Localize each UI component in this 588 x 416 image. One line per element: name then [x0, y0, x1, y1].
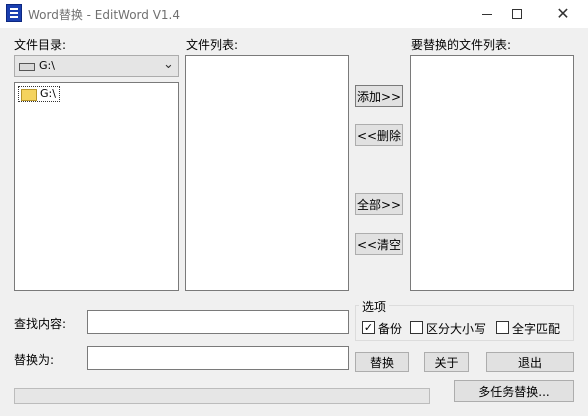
- app-icon: [6, 4, 22, 22]
- multi-task-replace-button[interactable]: 多任务替换...: [454, 380, 574, 402]
- whole-word-checkbox[interactable]: [496, 321, 509, 334]
- file-list-label: 文件列表:: [186, 38, 239, 52]
- add-all-button[interactable]: 全部>>: [355, 193, 403, 215]
- drive-icon: [19, 63, 35, 71]
- drive-select-value: G:\: [39, 59, 55, 72]
- options-title: 选项: [359, 298, 390, 315]
- replace-button[interactable]: 替换: [355, 352, 409, 372]
- backup-label: 备份: [378, 322, 403, 336]
- backup-checkbox[interactable]: ✓: [362, 321, 375, 334]
- delete-button[interactable]: <<删除: [355, 124, 403, 146]
- file-list[interactable]: [185, 55, 349, 291]
- find-label: 查找内容:: [14, 317, 67, 331]
- about-button[interactable]: 关于: [424, 352, 469, 372]
- close-icon: ✕: [556, 4, 570, 23]
- exit-button[interactable]: 退出: [486, 352, 574, 372]
- chevron-down-icon[interactable]: ⌄: [163, 57, 174, 72]
- folder-item-label: G:\: [40, 87, 56, 100]
- folder-item[interactable]: G:\: [18, 86, 60, 102]
- close-button[interactable]: ✕: [543, 0, 583, 28]
- whole-word-label: 全字匹配: [512, 322, 561, 336]
- file-dir-label: 文件目录:: [14, 38, 67, 52]
- folder-tree[interactable]: G:\: [14, 82, 179, 291]
- folder-icon: [21, 89, 37, 101]
- replace-list-label: 要替换的文件列表:: [411, 38, 512, 52]
- add-button[interactable]: 添加>>: [355, 85, 403, 107]
- replace-input[interactable]: [87, 346, 349, 370]
- maximize-button[interactable]: [497, 0, 537, 28]
- clear-button[interactable]: <<清空: [355, 233, 403, 255]
- replace-label: 替换为:: [14, 353, 55, 367]
- replace-file-list[interactable]: [410, 55, 574, 291]
- window-title: Word替换 - EditWord V1.4: [28, 8, 180, 22]
- progress-bar: [14, 388, 430, 404]
- minimize-icon: [482, 13, 492, 15]
- case-sensitive-checkbox[interactable]: [410, 321, 423, 334]
- check-icon: ✓: [363, 321, 374, 334]
- maximize-icon: [512, 9, 522, 19]
- title-bar[interactable]: Word替换 - EditWord V1.4 ✕: [0, 0, 588, 28]
- case-sensitive-label: 区分大小写: [426, 322, 487, 336]
- find-input[interactable]: [87, 310, 349, 334]
- drive-select[interactable]: G:\ ⌄: [14, 55, 179, 77]
